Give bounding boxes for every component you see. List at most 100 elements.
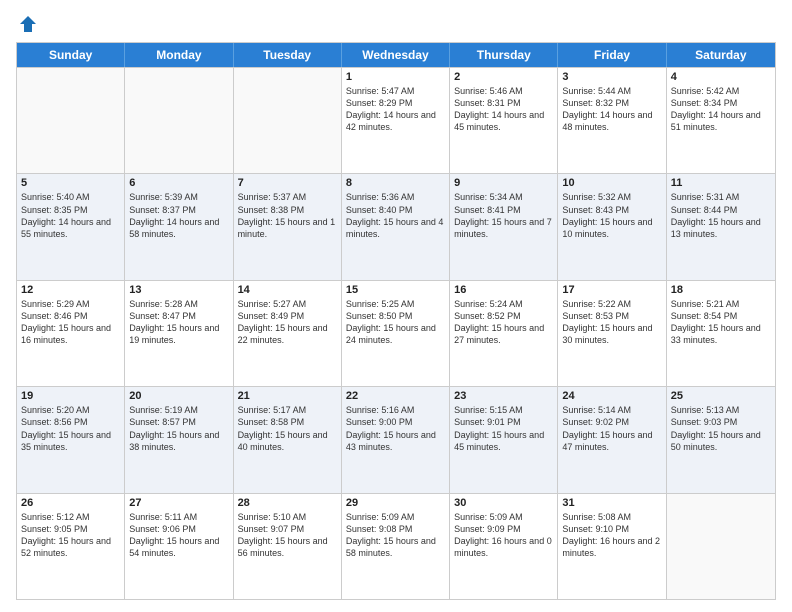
logo [16, 12, 38, 34]
calendar-cell-empty [125, 68, 233, 173]
cell-date-4: 4 [671, 71, 771, 83]
cell-date-29: 29 [346, 497, 445, 509]
calendar-row-5: 26 Sunrise: 5:12 AM Sunset: 9:05 PM Dayli… [17, 493, 775, 599]
calendar-cell-29: 29 Sunrise: 5:09 AM Sunset: 9:08 PM Dayli… [342, 494, 450, 599]
cell-info-28: Sunrise: 5:10 AM Sunset: 9:07 PM Dayligh… [238, 511, 337, 560]
day-header-wednesday: Wednesday [342, 43, 450, 67]
cell-info-12: Sunrise: 5:29 AM Sunset: 8:46 PM Dayligh… [21, 298, 120, 347]
cell-info-4: Sunrise: 5:42 AM Sunset: 8:34 PM Dayligh… [671, 85, 771, 134]
cell-info-15: Sunrise: 5:25 AM Sunset: 8:50 PM Dayligh… [346, 298, 445, 347]
calendar-cell-22: 22Sunrise: 5:16 AM Sunset: 9:00 PM Dayli… [342, 387, 450, 492]
day-header-tuesday: Tuesday [234, 43, 342, 67]
calendar-cell-28: 28Sunrise: 5:10 AM Sunset: 9:07 PM Dayli… [234, 494, 342, 599]
calendar-header-row: SundayMondayTuesdayWednesdayThursdayFrid… [17, 43, 775, 67]
logo-icon [18, 14, 38, 34]
calendar-body: 1 Sunrise: 5:47 AM Sunset: 8:29 PM Daylig… [17, 67, 775, 599]
day-header-friday: Friday [558, 43, 666, 67]
calendar-cell-18: 18Sunrise: 5:21 AM Sunset: 8:54 PM Dayli… [667, 281, 775, 386]
cell-info-31: Sunrise: 5:08 AM Sunset: 9:10 PM Dayligh… [562, 511, 661, 560]
cell-info-7: Sunrise: 5:37 AM Sunset: 8:38 PM Dayligh… [238, 191, 337, 240]
cell-info-8: Sunrise: 5:36 AM Sunset: 8:40 PM Dayligh… [346, 191, 445, 240]
cell-date-14: 14 [238, 284, 337, 296]
cell-date-19: 19 [21, 390, 120, 402]
cell-info-11: Sunrise: 5:31 AM Sunset: 8:44 PM Dayligh… [671, 191, 771, 240]
cell-info-30: Sunrise: 5:09 AM Sunset: 9:09 PM Dayligh… [454, 511, 553, 560]
cell-date-2: 2 [454, 71, 553, 83]
calendar-cell-23: 23Sunrise: 5:15 AM Sunset: 9:01 PM Dayli… [450, 387, 558, 492]
cell-date-15: 15 [346, 284, 445, 296]
calendar-cell-7: 7 Sunrise: 5:37 AM Sunset: 8:38 PM Daylig… [234, 174, 342, 279]
cell-info-25: Sunrise: 5:13 AM Sunset: 9:03 PM Dayligh… [671, 404, 771, 453]
cell-info-1: Sunrise: 5:47 AM Sunset: 8:29 PM Dayligh… [346, 85, 445, 134]
calendar-cell-11: 11Sunrise: 5:31 AM Sunset: 8:44 PM Dayli… [667, 174, 775, 279]
calendar-cell-19: 19 Sunrise: 5:20 AM Sunset: 8:56 PM Dayli… [17, 387, 125, 492]
calendar-row-3: 12 Sunrise: 5:29 AM Sunset: 8:46 PM Dayli… [17, 280, 775, 386]
cell-info-9: Sunrise: 5:34 AM Sunset: 8:41 PM Dayligh… [454, 191, 553, 240]
cell-info-19: Sunrise: 5:20 AM Sunset: 8:56 PM Dayligh… [21, 404, 120, 453]
cell-date-6: 6 [129, 177, 228, 189]
calendar-cell-empty [234, 68, 342, 173]
cell-date-31: 31 [562, 497, 661, 509]
cell-info-16: Sunrise: 5:24 AM Sunset: 8:52 PM Dayligh… [454, 298, 553, 347]
calendar-cell-12: 12 Sunrise: 5:29 AM Sunset: 8:46 PM Dayli… [17, 281, 125, 386]
cell-date-20: 20 [129, 390, 228, 402]
calendar: SundayMondayTuesdayWednesdayThursdayFrid… [16, 42, 776, 600]
calendar-cell-empty [17, 68, 125, 173]
calendar-cell-6: 6 Sunrise: 5:39 AM Sunset: 8:37 PM Daylig… [125, 174, 233, 279]
page: SundayMondayTuesdayWednesdayThursdayFrid… [0, 0, 792, 612]
cell-info-29: Sunrise: 5:09 AM Sunset: 9:08 PM Dayligh… [346, 511, 445, 560]
calendar-cell-17: 17 Sunrise: 5:22 AM Sunset: 8:53 PM Dayli… [558, 281, 666, 386]
cell-info-26: Sunrise: 5:12 AM Sunset: 9:05 PM Dayligh… [21, 511, 120, 560]
calendar-cell-10: 10 Sunrise: 5:32 AM Sunset: 8:43 PM Dayli… [558, 174, 666, 279]
day-header-sunday: Sunday [17, 43, 125, 67]
cell-info-24: Sunrise: 5:14 AM Sunset: 9:02 PM Dayligh… [562, 404, 661, 453]
cell-date-5: 5 [21, 177, 120, 189]
cell-date-3: 3 [562, 71, 661, 83]
cell-info-20: Sunrise: 5:19 AM Sunset: 8:57 PM Dayligh… [129, 404, 228, 453]
cell-date-27: 27 [129, 497, 228, 509]
cell-date-10: 10 [562, 177, 661, 189]
day-header-saturday: Saturday [667, 43, 775, 67]
calendar-cell-26: 26 Sunrise: 5:12 AM Sunset: 9:05 PM Dayli… [17, 494, 125, 599]
calendar-cell-1: 1 Sunrise: 5:47 AM Sunset: 8:29 PM Daylig… [342, 68, 450, 173]
cell-date-26: 26 [21, 497, 120, 509]
cell-date-9: 9 [454, 177, 553, 189]
calendar-cell-25: 25 Sunrise: 5:13 AM Sunset: 9:03 PM Dayli… [667, 387, 775, 492]
calendar-cell-20: 20 Sunrise: 5:19 AM Sunset: 8:57 PM Dayli… [125, 387, 233, 492]
calendar-cell-15: 15 Sunrise: 5:25 AM Sunset: 8:50 PM Dayli… [342, 281, 450, 386]
cell-date-18: 18 [671, 284, 771, 296]
cell-info-17: Sunrise: 5:22 AM Sunset: 8:53 PM Dayligh… [562, 298, 661, 347]
calendar-cell-31: 31 Sunrise: 5:08 AM Sunset: 9:10 PM Dayli… [558, 494, 666, 599]
cell-date-24: 24 [562, 390, 661, 402]
cell-info-21: Sunrise: 5:17 AM Sunset: 8:58 PM Dayligh… [238, 404, 337, 453]
day-header-monday: Monday [125, 43, 233, 67]
cell-date-13: 13 [129, 284, 228, 296]
cell-date-7: 7 [238, 177, 337, 189]
cell-info-10: Sunrise: 5:32 AM Sunset: 8:43 PM Dayligh… [562, 191, 661, 240]
calendar-cell-2: 2 Sunrise: 5:46 AM Sunset: 8:31 PM Daylig… [450, 68, 558, 173]
cell-date-23: 23 [454, 390, 553, 402]
cell-info-5: Sunrise: 5:40 AM Sunset: 8:35 PM Dayligh… [21, 191, 120, 240]
cell-date-22: 22 [346, 390, 445, 402]
calendar-row-4: 19 Sunrise: 5:20 AM Sunset: 8:56 PM Dayli… [17, 386, 775, 492]
cell-info-6: Sunrise: 5:39 AM Sunset: 8:37 PM Dayligh… [129, 191, 228, 240]
day-header-thursday: Thursday [450, 43, 558, 67]
cell-info-27: Sunrise: 5:11 AM Sunset: 9:06 PM Dayligh… [129, 511, 228, 560]
cell-date-8: 8 [346, 177, 445, 189]
cell-info-13: Sunrise: 5:28 AM Sunset: 8:47 PM Dayligh… [129, 298, 228, 347]
cell-info-2: Sunrise: 5:46 AM Sunset: 8:31 PM Dayligh… [454, 85, 553, 134]
cell-date-17: 17 [562, 284, 661, 296]
cell-date-25: 25 [671, 390, 771, 402]
calendar-cell-empty [667, 494, 775, 599]
calendar-row-2: 5 Sunrise: 5:40 AM Sunset: 8:35 PM Daylig… [17, 173, 775, 279]
cell-date-1: 1 [346, 71, 445, 83]
calendar-cell-21: 21Sunrise: 5:17 AM Sunset: 8:58 PM Dayli… [234, 387, 342, 492]
calendar-cell-24: 24 Sunrise: 5:14 AM Sunset: 9:02 PM Dayli… [558, 387, 666, 492]
calendar-cell-27: 27 Sunrise: 5:11 AM Sunset: 9:06 PM Dayli… [125, 494, 233, 599]
header [16, 12, 776, 34]
calendar-cell-14: 14Sunrise: 5:27 AM Sunset: 8:49 PM Dayli… [234, 281, 342, 386]
calendar-cell-5: 5 Sunrise: 5:40 AM Sunset: 8:35 PM Daylig… [17, 174, 125, 279]
cell-date-12: 12 [21, 284, 120, 296]
cell-date-30: 30 [454, 497, 553, 509]
cell-info-3: Sunrise: 5:44 AM Sunset: 8:32 PM Dayligh… [562, 85, 661, 134]
